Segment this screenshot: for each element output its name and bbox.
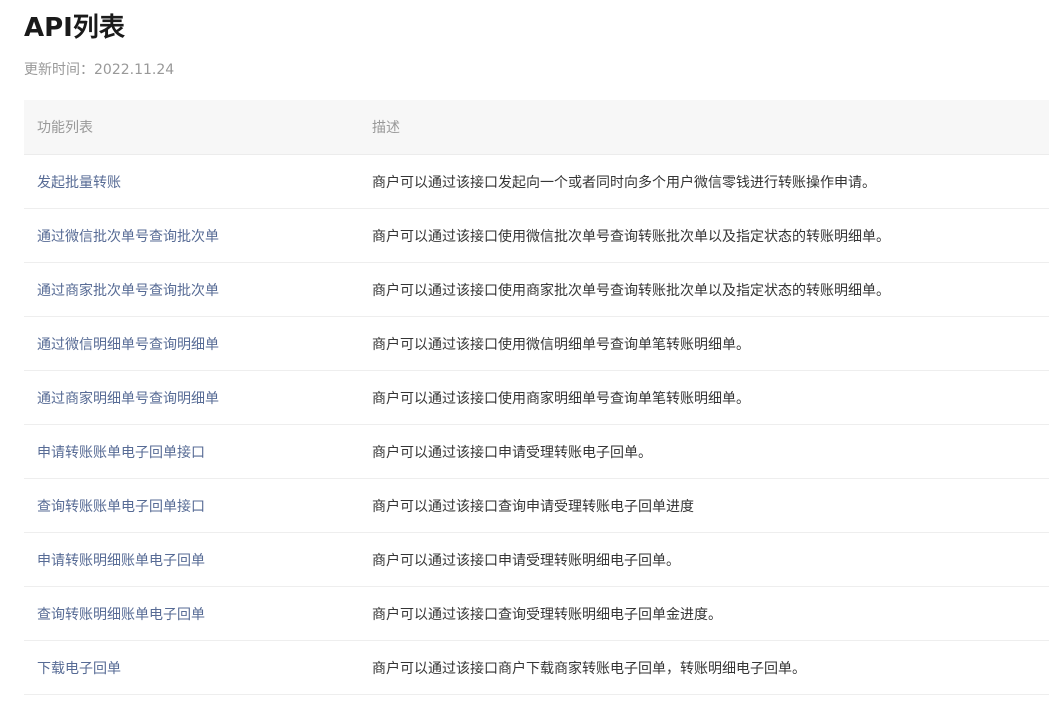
table-row: 下载电子回单 商户可以通过该接口商户下载商家转账电子回单，转账明细电子回单。 bbox=[24, 641, 1049, 695]
table-row: 查询转账账单电子回单接口 商户可以通过该接口查询申请受理转账电子回单进度 bbox=[24, 479, 1049, 533]
api-link[interactable]: 发起批量转账 bbox=[24, 172, 360, 192]
api-list-page: API列表 更新时间：2022.11.24 功能列表 描述 发起批量转账 商户可… bbox=[0, 0, 1049, 720]
table-row: 发起批量转账 商户可以通过该接口发起向一个或者同时向多个用户微信零钱进行转账操作… bbox=[24, 155, 1049, 209]
api-description: 商户可以通过该接口查询受理转账明细电子回单金进度。 bbox=[372, 606, 722, 623]
api-link[interactable]: 申请转账账单电子回单接口 bbox=[24, 442, 360, 462]
api-description: 商户可以通过该接口商户下载商家转账电子回单，转账明细电子回单。 bbox=[372, 660, 806, 677]
table-row: 通过微信明细单号查询明细单 商户可以通过该接口使用微信明细单号查询单笔转账明细单… bbox=[24, 317, 1049, 371]
api-link[interactable]: 下载电子回单 bbox=[24, 658, 360, 678]
table-header: 功能列表 描述 bbox=[24, 100, 1049, 155]
api-description: 商户可以通过该接口发起向一个或者同时向多个用户微信零钱进行转账操作申请。 bbox=[372, 174, 876, 191]
api-description: 商户可以通过该接口使用商家明细单号查询单笔转账明细单。 bbox=[372, 390, 750, 407]
api-link[interactable]: 查询转账账单电子回单接口 bbox=[24, 496, 360, 516]
api-link[interactable]: 通过微信批次单号查询批次单 bbox=[24, 226, 360, 246]
api-link[interactable]: 查询转账明细账单电子回单 bbox=[24, 604, 360, 624]
table-row: 申请转账明细账单电子回单 商户可以通过该接口申请受理转账明细电子回单。 bbox=[24, 533, 1049, 587]
table-row: 申请转账账单电子回单接口 商户可以通过该接口申请受理转账电子回单。 bbox=[24, 425, 1049, 479]
update-time: 更新时间：2022.11.24 bbox=[24, 62, 175, 78]
api-table: 功能列表 描述 发起批量转账 商户可以通过该接口发起向一个或者同时向多个用户微信… bbox=[24, 100, 1049, 695]
page-title: API列表 bbox=[24, 13, 125, 43]
column-header-description: 描述 bbox=[372, 120, 400, 136]
api-link[interactable]: 通过商家批次单号查询批次单 bbox=[24, 280, 360, 300]
table-row: 查询转账明细账单电子回单 商户可以通过该接口查询受理转账明细电子回单金进度。 bbox=[24, 587, 1049, 641]
api-description: 商户可以通过该接口申请受理转账电子回单。 bbox=[372, 444, 652, 461]
api-description: 商户可以通过该接口查询申请受理转账电子回单进度 bbox=[372, 498, 694, 515]
table-row: 通过商家明细单号查询明细单 商户可以通过该接口使用商家明细单号查询单笔转账明细单… bbox=[24, 371, 1049, 425]
table-row: 通过商家批次单号查询批次单 商户可以通过该接口使用商家批次单号查询转账批次单以及… bbox=[24, 263, 1049, 317]
table-row: 通过微信批次单号查询批次单 商户可以通过该接口使用微信批次单号查询转账批次单以及… bbox=[24, 209, 1049, 263]
api-link[interactable]: 申请转账明细账单电子回单 bbox=[24, 550, 360, 570]
api-link[interactable]: 通过商家明细单号查询明细单 bbox=[24, 388, 360, 408]
api-link[interactable]: 通过微信明细单号查询明细单 bbox=[24, 334, 360, 354]
column-header-function: 功能列表 bbox=[37, 120, 93, 136]
api-description: 商户可以通过该接口申请受理转账明细电子回单。 bbox=[372, 552, 680, 569]
api-description: 商户可以通过该接口使用微信明细单号查询单笔转账明细单。 bbox=[372, 336, 750, 353]
api-description: 商户可以通过该接口使用商家批次单号查询转账批次单以及指定状态的转账明细单。 bbox=[372, 282, 890, 299]
api-description: 商户可以通过该接口使用微信批次单号查询转账批次单以及指定状态的转账明细单。 bbox=[372, 228, 890, 245]
